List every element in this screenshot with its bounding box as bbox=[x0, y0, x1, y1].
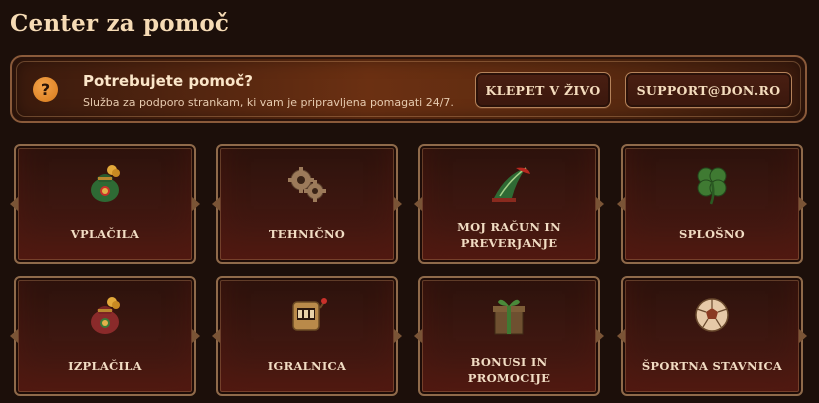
category-label: MOJ RAČUN IN PREVERJANJE bbox=[457, 220, 561, 250]
category-card-bonuses[interactable]: BONUSI IN PROMOCIJE bbox=[418, 276, 600, 396]
help-heading: Potrebujete pomoč? bbox=[83, 72, 253, 90]
category-label: SPLOŠNO bbox=[679, 227, 745, 241]
category-card-technical[interactable]: TEHNIČNO bbox=[216, 144, 398, 264]
support-email-button[interactable]: SUPPORT@DON.RO bbox=[625, 72, 792, 108]
category-label: TEHNIČNO bbox=[268, 227, 346, 241]
category-card-withdrawals[interactable]: IZPLAČILA bbox=[14, 276, 196, 396]
feathered-hat-icon bbox=[492, 167, 530, 202]
category-label: IZPLAČILA bbox=[68, 359, 142, 373]
help-banner: ? Potrebujete pomoč? Služba za podporo s… bbox=[10, 55, 807, 123]
category-card-general[interactable]: SPLOŠNO bbox=[621, 144, 803, 264]
category-label: ŠPORTNA STAVNICA bbox=[641, 359, 783, 373]
page-title: Center za pomoč bbox=[10, 10, 230, 37]
gift-box-icon bbox=[493, 299, 525, 335]
four-leaf-clover-icon bbox=[697, 167, 727, 205]
category-card-deposits[interactable]: VPLAČILA bbox=[14, 144, 196, 264]
money-bag-icon bbox=[91, 165, 120, 202]
gears-icon bbox=[288, 167, 326, 202]
slot-machine-icon bbox=[292, 298, 327, 331]
category-card-account[interactable]: MOJ RAČUN IN PREVERJANJE bbox=[418, 144, 600, 264]
money-bag-icon bbox=[91, 297, 120, 334]
help-subtext: Služba za podporo strankam, ki vam je pr… bbox=[83, 96, 454, 109]
football-icon bbox=[695, 298, 729, 332]
category-card-sports-betting[interactable]: ŠPORTNA STAVNICA bbox=[621, 276, 803, 396]
category-label: IGRALNICA bbox=[267, 359, 347, 373]
category-label: BONUSI IN PROMOCIJE bbox=[467, 355, 551, 385]
category-label: VPLAČILA bbox=[70, 227, 140, 241]
category-card-casino[interactable]: IGRALNICA bbox=[216, 276, 398, 396]
live-chat-button[interactable]: KLEPET V ŽIVO bbox=[475, 72, 611, 108]
question-mark-icon: ? bbox=[33, 77, 58, 102]
